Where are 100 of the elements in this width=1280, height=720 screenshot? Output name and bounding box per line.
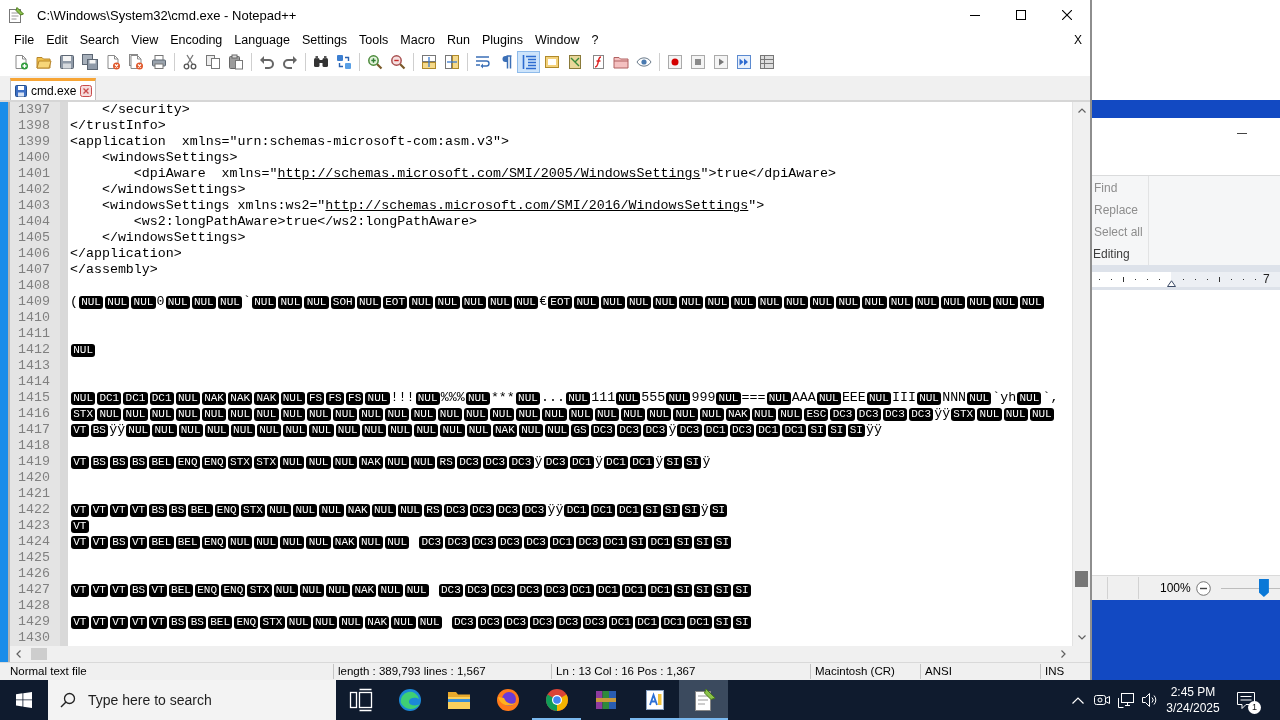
url-link[interactable]: http://schemas.microsoft.com/SMI/2016/WindowsSettings: [325, 198, 749, 213]
status-field: ANSI: [920, 664, 1040, 679]
control-character: NUL: [105, 295, 130, 309]
control-character: ENQ: [214, 503, 239, 517]
close-document-button[interactable]: X: [1072, 30, 1084, 50]
menu-item[interactable]: Encoding: [164, 30, 229, 50]
control-character: GS: [571, 423, 589, 437]
scrollbar-thumb[interactable]: [31, 648, 47, 660]
control-character: NAK: [492, 423, 517, 437]
control-character: DC1: [635, 615, 660, 629]
line-number: 1425: [18, 550, 50, 566]
control-character: DC3: [590, 423, 616, 437]
control-character: DC3: [469, 503, 495, 517]
line-number: 1412: [18, 342, 50, 358]
control-character: NUL: [280, 535, 305, 549]
line-number: 1404: [18, 214, 50, 230]
control-character: DC1: [616, 503, 641, 517]
control-character: DC3: [504, 615, 529, 629]
control-character: BS: [168, 615, 187, 629]
line-number: 1428: [18, 598, 50, 614]
control-character: NUL: [967, 295, 992, 309]
books-icon: [593, 688, 618, 712]
control-character: NUL: [332, 407, 358, 421]
menu-item[interactable]: Window: [528, 30, 586, 50]
control-character: NUL: [1003, 407, 1028, 421]
zoom-out-icon[interactable]: [1195, 580, 1211, 596]
code-text: </windowsSettings>: [101, 182, 246, 198]
indent-guide-button[interactable]: [517, 51, 540, 73]
search-field[interactable]: Type here to search: [48, 680, 336, 720]
clipboard-icon: [227, 54, 244, 70]
control-character: NUL: [810, 295, 835, 309]
control-character: RS: [424, 503, 442, 517]
control-character: SI: [733, 583, 751, 597]
control-character: SI: [847, 423, 866, 437]
control-character: NUL: [574, 295, 599, 309]
indent-marker-icon[interactable]: [1167, 280, 1176, 287]
control-character: VT: [71, 455, 89, 469]
close-files-icon: [127, 54, 144, 70]
control-character: NUL: [319, 503, 344, 517]
control-character: NUL: [626, 295, 651, 309]
menu-item[interactable]: Plugins: [475, 30, 529, 50]
task-view-icon: [348, 688, 373, 712]
notifications-button[interactable]: 1: [1224, 680, 1268, 720]
scrollbar-thumb[interactable]: [1075, 571, 1088, 587]
menu-item[interactable]: Language: [228, 30, 296, 50]
control-character: NUL: [227, 535, 253, 549]
control-character: DC3: [556, 615, 581, 629]
slider-thumb[interactable]: [1258, 579, 1269, 597]
line-number: 1416: [18, 406, 50, 422]
control-character: STX: [247, 583, 272, 597]
control-character: DC3: [491, 583, 516, 597]
zoom-slider[interactable]: [1220, 579, 1280, 597]
control-character: NUL: [361, 423, 386, 437]
code-text: 999: [691, 390, 716, 406]
line-number: 1424: [18, 534, 50, 550]
control-character: SI: [643, 503, 661, 517]
zoom-level: 100%: [1160, 581, 1191, 595]
menu-item[interactable]: File: [8, 30, 41, 50]
menu-item[interactable]: Search: [73, 30, 126, 50]
control-character: NUL: [306, 455, 331, 469]
folder-icon: [35, 54, 52, 70]
close-icon[interactable]: [80, 84, 93, 97]
line-number: 1405: [18, 230, 50, 246]
chevron-up-icon: [1072, 696, 1084, 704]
control-character: NUL: [175, 407, 200, 421]
url-link[interactable]: http://schemas.microsoft.com/SMI/2005/WindowsSettings: [277, 166, 701, 181]
menu-item[interactable]: Macro: [394, 30, 442, 50]
control-character: ENQ: [175, 455, 200, 469]
control-character: STX: [227, 455, 253, 469]
redo-icon: [281, 54, 298, 70]
control-character: NUL: [518, 423, 544, 437]
line-number: 1411: [18, 326, 50, 342]
control-character: NUL: [914, 295, 939, 309]
control-character: NUL: [293, 503, 318, 517]
control-character: BS: [110, 455, 128, 469]
line-number: 1410: [18, 310, 50, 326]
chevron-down-icon: [1077, 635, 1086, 640]
code-text: ÿÿ: [109, 422, 126, 438]
control-character: ENQ: [195, 583, 220, 597]
control-character: NUL: [278, 295, 303, 309]
control-character: NUL: [404, 583, 429, 597]
menu-item[interactable]: ?: [585, 30, 605, 50]
menu-item[interactable]: Tools: [353, 30, 395, 50]
menu-item[interactable]: View: [125, 30, 165, 50]
control-character: DC1: [569, 455, 594, 469]
control-character: DC1: [687, 615, 712, 629]
notepad-button[interactable]: [679, 680, 728, 720]
menu-item[interactable]: Settings: [295, 30, 354, 50]
menu-item[interactable]: Edit: [40, 30, 74, 50]
notification-count: 1: [1248, 701, 1261, 714]
file-tab[interactable]: cmd.exe: [10, 78, 97, 100]
control-character: NUL: [391, 615, 416, 629]
control-character: DC3: [509, 455, 534, 469]
control-character: BS: [129, 455, 148, 469]
menu-item[interactable]: Run: [441, 30, 476, 50]
control-character: NUL: [516, 407, 541, 421]
code-text: </assembly>: [70, 262, 158, 278]
control-character: ENQ: [234, 615, 259, 629]
control-character: NUL: [254, 407, 279, 421]
code-text: 0: [156, 294, 165, 310]
